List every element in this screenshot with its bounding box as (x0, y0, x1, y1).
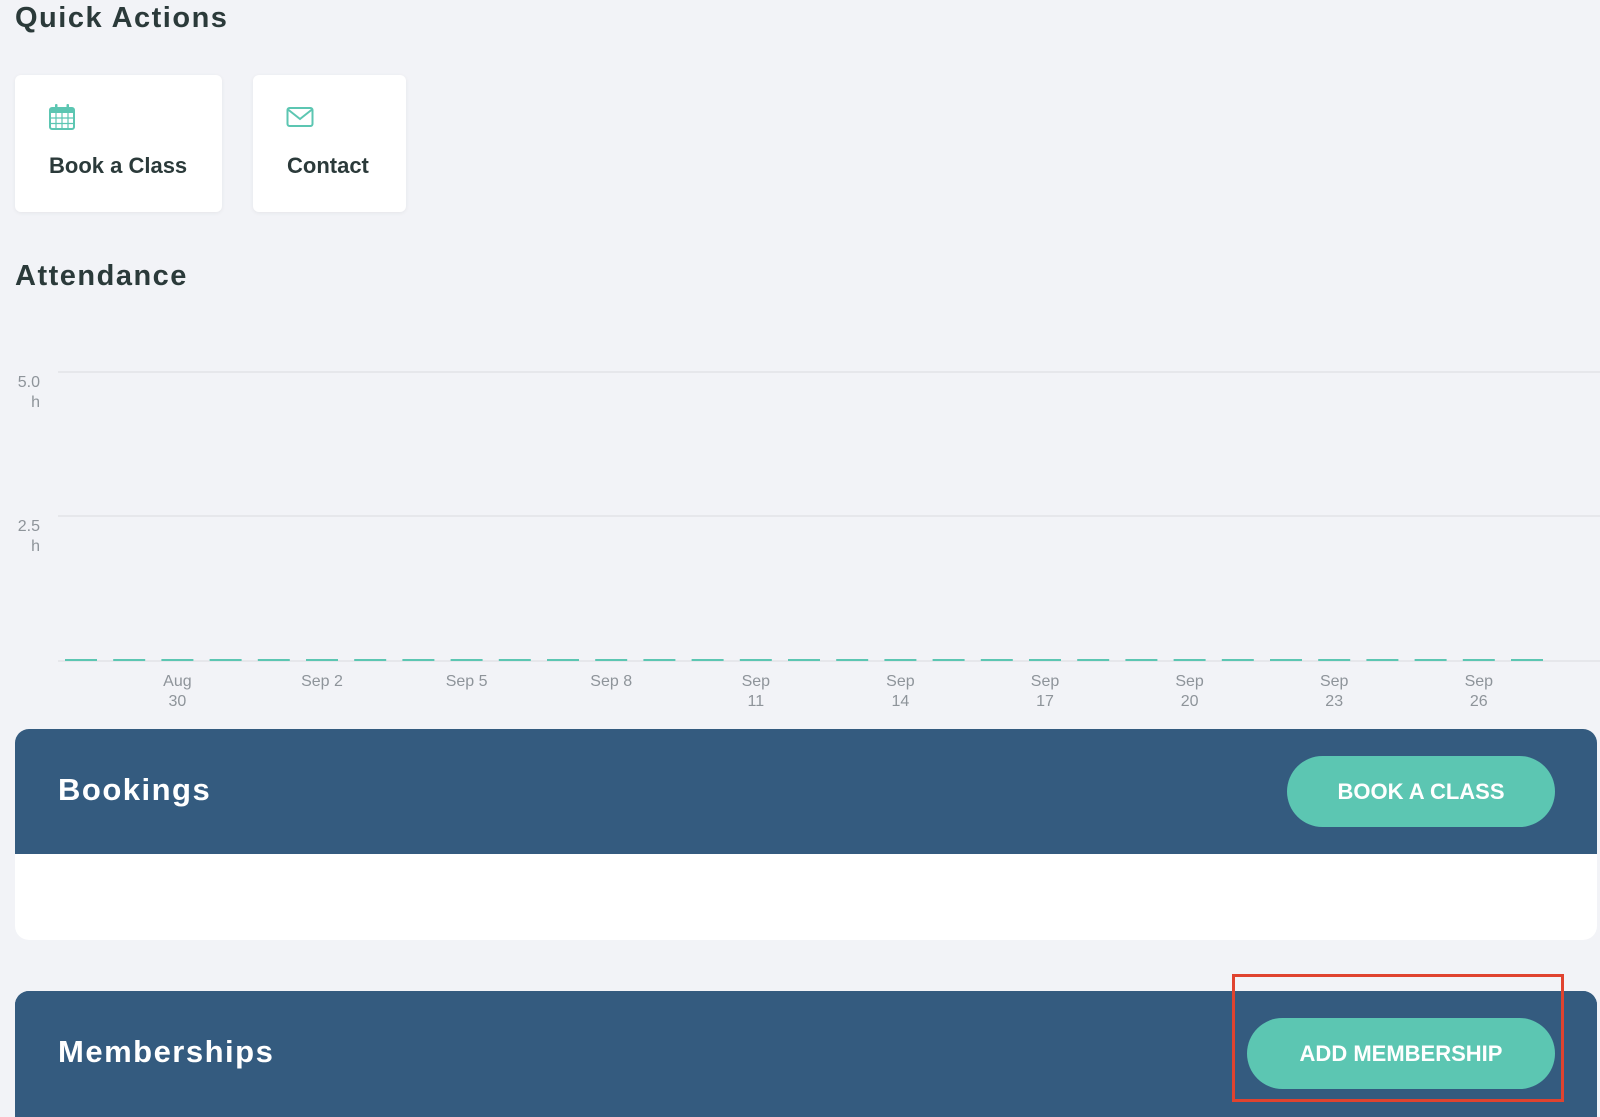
attendance-bar[interactable] (1125, 659, 1158, 661)
book-a-class-button[interactable]: BOOK A CLASS (1287, 756, 1555, 827)
calendar-icon (48, 103, 76, 131)
attendance-bar[interactable] (836, 659, 869, 661)
memberships-title: Memberships (58, 1034, 275, 1069)
y-tick-label: 5.0 h (18, 374, 40, 411)
attendance-bar[interactable] (788, 659, 820, 661)
attendance-bar[interactable] (1318, 659, 1351, 661)
quick-actions-title: Quick Actions (15, 2, 229, 34)
attendance-bar[interactable] (498, 659, 531, 661)
memberships-panel: Memberships ADD MEMBERSHIP (15, 991, 1597, 1117)
quick-action-book-class[interactable]: Book a Class (15, 75, 222, 212)
x-tick-label: Sep 20 (1175, 673, 1204, 710)
attendance-bar[interactable] (547, 659, 579, 661)
x-tick-label: Sep 14 (886, 673, 915, 710)
attendance-bar[interactable] (1414, 659, 1447, 661)
attendance-bar[interactable] (1077, 659, 1110, 661)
envelope-icon (286, 103, 314, 131)
attendance-bar[interactable] (739, 659, 772, 661)
attendance-bar[interactable] (1270, 659, 1302, 661)
x-tick-label: Sep 8 (590, 673, 632, 690)
memberships-header: Memberships ADD MEMBERSHIP (15, 991, 1597, 1116)
attendance-title: Attendance (15, 260, 188, 292)
add-membership-button[interactable]: ADD MEMBERSHIP (1247, 1018, 1555, 1089)
attendance-bar[interactable] (450, 659, 483, 661)
attendance-bar[interactable] (691, 659, 724, 661)
x-tick-label: Sep 17 (1031, 673, 1060, 710)
bookings-title: Bookings (58, 772, 212, 807)
quick-action-contact[interactable]: Contact (253, 75, 406, 212)
bookings-panel: Bookings BOOK A CLASS (15, 729, 1597, 940)
attendance-bar[interactable] (643, 659, 676, 661)
x-tick-label: Sep 2 (301, 673, 343, 690)
attendance-bar[interactable] (113, 659, 146, 661)
attendance-bar[interactable] (1173, 659, 1206, 661)
attendance-bar[interactable] (595, 659, 628, 661)
attendance-bar[interactable] (884, 659, 917, 661)
attendance-bar[interactable] (1221, 659, 1254, 661)
attendance-bar[interactable] (209, 659, 242, 661)
attendance-bar[interactable] (1462, 659, 1495, 661)
attendance-bar[interactable] (1366, 659, 1399, 661)
quick-action-label: Book a Class (49, 153, 188, 178)
x-tick-label: Sep 23 (1320, 673, 1349, 710)
bookings-header: Bookings BOOK A CLASS (15, 729, 1597, 854)
quick-action-label: Contact (287, 153, 369, 178)
attendance-bar[interactable] (354, 659, 387, 661)
attendance-bar[interactable] (402, 659, 435, 661)
attendance-chart: 5.0 h 2.5 h Aug 30 Sep 2 Sep 5 Sep 8 Sep 11 Sep 14 S… (18, 371, 1600, 710)
attendance-bar[interactable] (980, 659, 1013, 661)
y-tick-label: 2.5 h (18, 518, 40, 555)
x-tick-label: Sep 11 (742, 673, 771, 710)
attendance-bar[interactable] (65, 659, 97, 661)
attendance-bar[interactable] (161, 659, 194, 661)
x-tick-label: Sep 5 (446, 673, 488, 690)
attendance-bar[interactable] (1029, 659, 1061, 661)
attendance-bar[interactable] (932, 659, 965, 661)
attendance-bar[interactable] (257, 659, 290, 661)
x-tick-label: Aug 30 (163, 673, 191, 710)
x-tick-label: Sep 26 (1465, 673, 1494, 710)
attendance-bar[interactable] (306, 659, 338, 661)
dashboard-page: Quick Actions Book a Class Contact Atten… (0, 0, 1600, 1117)
attendance-bar[interactable] (1511, 659, 1543, 661)
